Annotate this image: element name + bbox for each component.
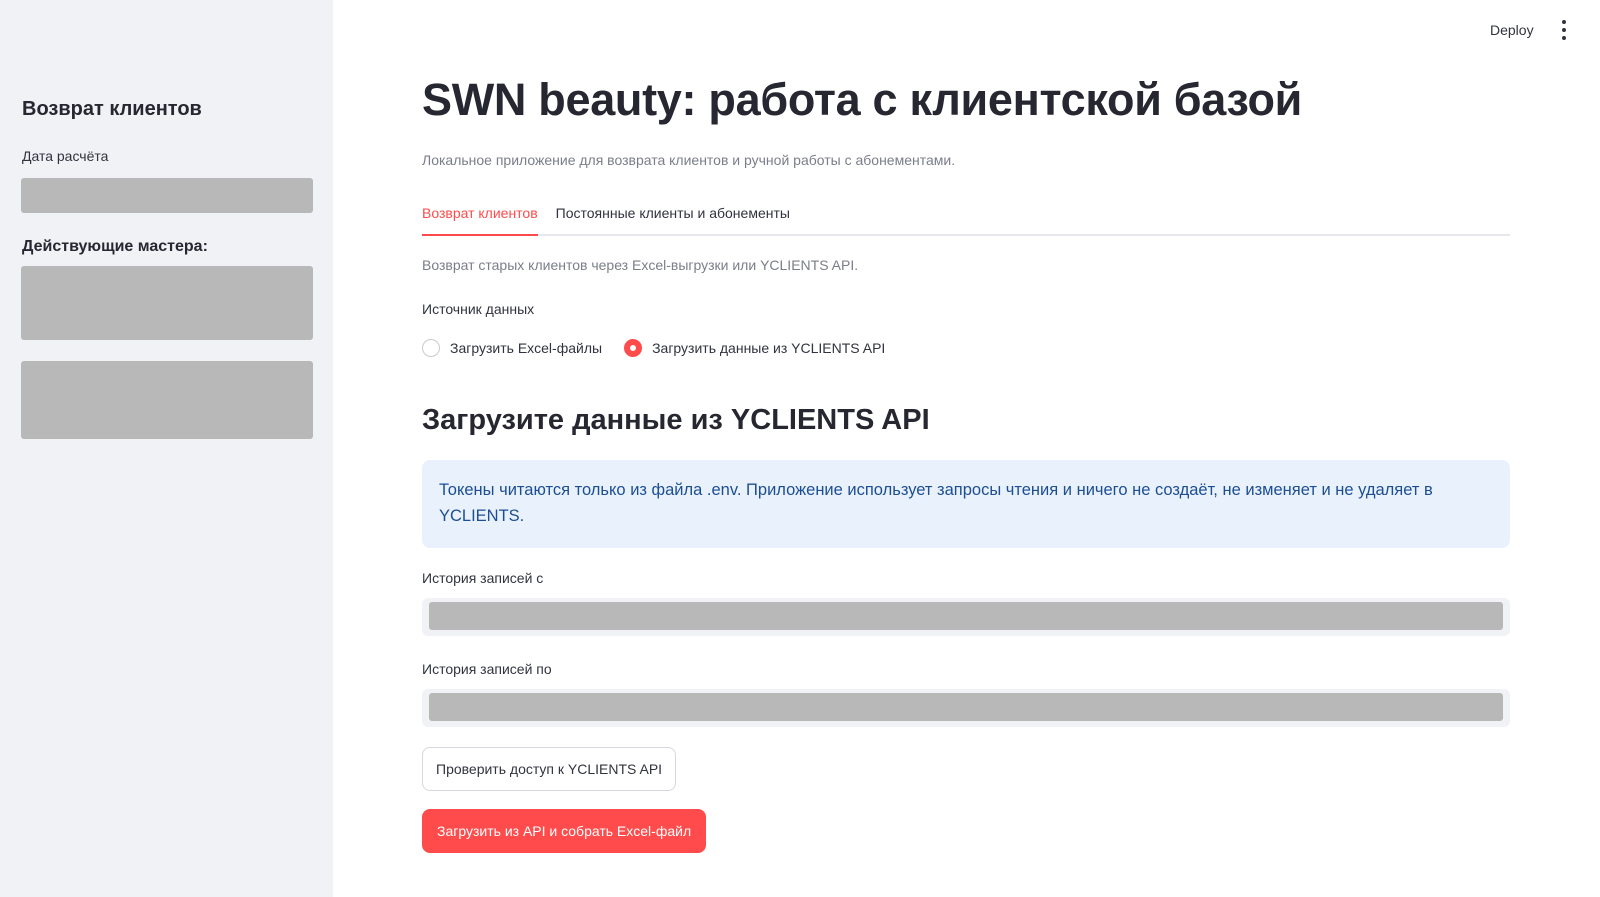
source-radio-group: Загрузить Excel-файлы Загрузить данные и…: [422, 339, 907, 357]
radio-checked-icon: [624, 339, 643, 357]
radio-label: Загрузить данные из YCLIENTS API: [652, 340, 886, 356]
radio-unchecked-icon: [422, 339, 440, 357]
masters-label: Действующие мастера:: [22, 238, 208, 255]
date-input[interactable]: [21, 178, 313, 213]
tab-regular-clients[interactable]: Постоянные клиенты и абонементы: [556, 198, 790, 236]
page-title: SWN beauty: работа с клиентской базой: [422, 74, 1303, 125]
sidebar-title: Возврат клиентов: [22, 98, 202, 120]
info-alert: Токены читаются только из файла .env. Пр…: [422, 460, 1510, 548]
date-label: Дата расчёта: [22, 148, 109, 164]
deploy-button[interactable]: Deploy: [1480, 18, 1544, 42]
history-to-label: История записей по: [422, 661, 552, 677]
masters-block-1[interactable]: [21, 266, 313, 340]
tab-description: Возврат старых клиентов через Excel-выгр…: [422, 257, 859, 273]
check-api-access-button[interactable]: Проверить доступ к YCLIENTS API: [422, 747, 677, 791]
radio-label: Загрузить Excel-файлы: [450, 340, 603, 356]
source-label: Источник данных: [422, 301, 535, 317]
redacted-value: [429, 693, 1503, 721]
menu-dot: [1562, 20, 1566, 24]
tab-bar: Возврат клиентов Постоянные клиенты и аб…: [422, 198, 1510, 236]
history-from-input[interactable]: [422, 598, 1510, 636]
section-title: Загрузите данные из YCLIENTS API: [422, 404, 930, 436]
history-to-input[interactable]: [422, 689, 1510, 727]
menu-dot: [1562, 28, 1566, 32]
radio-api[interactable]: Загрузить данные из YCLIENTS API: [624, 339, 885, 357]
radio-excel[interactable]: Загрузить Excel-файлы: [422, 339, 602, 357]
page-caption: Локальное приложение для возврата клиент…: [422, 152, 956, 168]
load-from-api-button[interactable]: Загрузить из API и собрать Excel-файл: [422, 809, 707, 853]
info-text: Токены читаются только из файла .env. Пр…: [439, 481, 1433, 525]
history-from-label: История записей с: [422, 570, 544, 586]
menu-dot: [1562, 36, 1566, 40]
sidebar: Возврат клиентов Дата расчёта Действующи…: [0, 0, 333, 897]
masters-block-2[interactable]: [21, 361, 313, 439]
tab-client-return[interactable]: Возврат клиентов: [422, 198, 538, 236]
vertical-ellipsis-icon[interactable]: [1558, 20, 1570, 40]
redacted-value: [429, 602, 1503, 630]
